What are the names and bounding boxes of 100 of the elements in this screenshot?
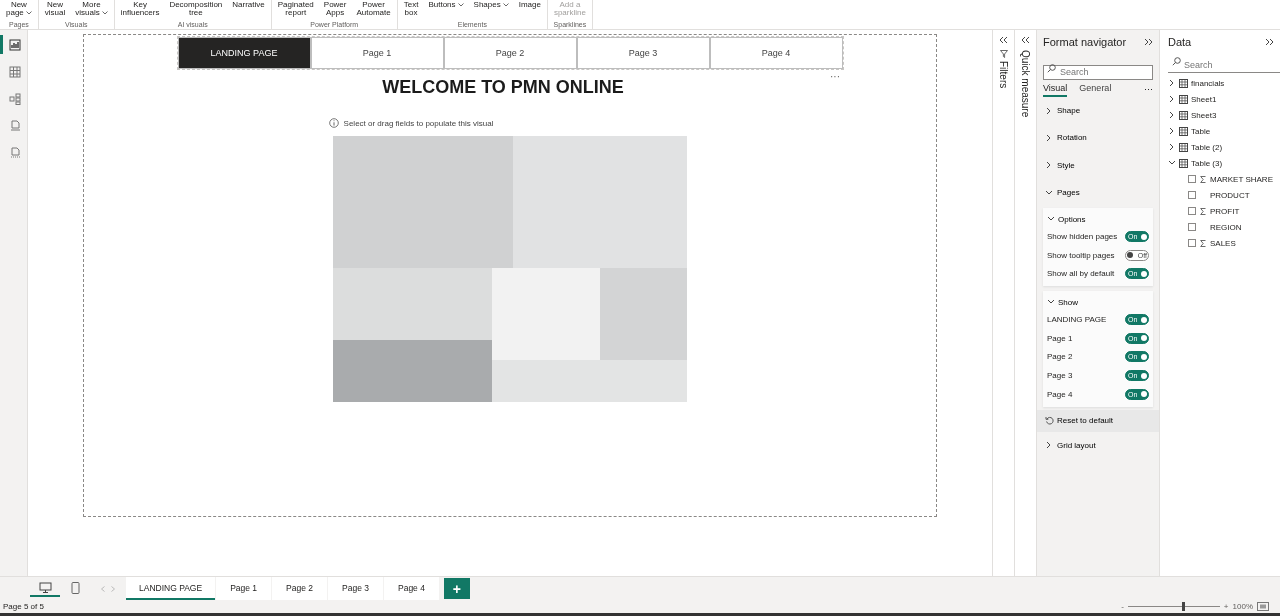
page-navigator-button[interactable]: Page 2 <box>443 37 577 69</box>
reset-icon <box>1045 416 1054 426</box>
filters-pane-tab[interactable]: Filters <box>998 61 1009 89</box>
section-header[interactable]: Rotation <box>1043 124 1153 152</box>
toggle-label: Page 1 <box>1047 333 1073 343</box>
collapse-icon[interactable] <box>1021 36 1030 44</box>
table-name[interactable]: Sheet1 <box>1191 94 1217 104</box>
checkbox[interactable] <box>1188 239 1196 247</box>
slider-thumb[interactable] <box>1182 602 1186 611</box>
report-view-icon <box>9 38 21 51</box>
zoom-out-button[interactable]: - <box>1121 602 1124 611</box>
view-button[interactable] <box>30 580 60 597</box>
page-tab[interactable]: Page 3 <box>328 577 383 600</box>
checkbox[interactable] <box>1188 207 1196 215</box>
checkbox[interactable] <box>1188 223 1196 231</box>
ribbon-button[interactable]: Text box <box>401 0 421 18</box>
expand-icon[interactable] <box>1144 38 1153 46</box>
zoom-level: 100% <box>1232 602 1253 611</box>
table-name[interactable]: Table <box>1191 126 1211 136</box>
field-name[interactable]: MARKET SHARE <box>1210 174 1273 184</box>
toggle-label: Page 3 <box>1047 371 1073 381</box>
search-field[interactable]: Search <box>1043 64 1153 80</box>
zoom-in-button[interactable]: + <box>1223 602 1229 611</box>
section-header[interactable]: Pages <box>1043 178 1153 207</box>
ribbon-button[interactable]: New visual <box>42 0 68 18</box>
checkbox[interactable] <box>1188 175 1196 183</box>
chevron-down-icon[interactable] <box>1168 159 1176 167</box>
ribbon-button[interactable]: Image <box>516 0 543 10</box>
checkbox[interactable] <box>1188 191 1196 199</box>
document-icon <box>9 119 21 132</box>
chevron-right-icon[interactable] <box>1168 95 1176 103</box>
format-tab[interactable]: Visual <box>1043 81 1068 97</box>
monitor-icon <box>38 581 52 594</box>
ribbon-button[interactable]: New page <box>4 0 34 18</box>
quick-measure-tab[interactable]: Quick measure <box>1020 50 1031 118</box>
search-icon <box>1047 64 1056 73</box>
document-icon <box>9 146 21 159</box>
info-text: Select or drag fields to populate this visual <box>343 118 494 128</box>
caret-icon <box>502 3 509 7</box>
page-navigator-button[interactable]: Page 4 <box>709 37 843 69</box>
ribbon-button[interactable]: Narrative <box>230 0 267 10</box>
ribbon-button[interactable]: Key influencers <box>118 0 162 18</box>
filter-icon <box>999 50 1008 58</box>
field-name[interactable]: SALES <box>1210 238 1236 248</box>
page-count: Page 5 of 5 <box>3 602 44 611</box>
field-name[interactable]: REGION <box>1210 222 1242 232</box>
search-field[interactable]: Search <box>1168 58 1280 73</box>
ribbon-button[interactable]: Paginated report <box>275 0 316 18</box>
info-icon <box>328 118 339 128</box>
section-header[interactable]: Shape <box>1043 97 1153 125</box>
toggle-label: Show tooltip pages <box>1047 250 1115 260</box>
sigma-icon <box>1200 239 1206 247</box>
section-header[interactable]: Style <box>1043 151 1153 179</box>
page-tab[interactable]: Page 2 <box>272 577 328 600</box>
page-title: WELCOME TO PMN ONLINE <box>382 77 624 98</box>
page-navigator-button[interactable]: Page 1 <box>310 37 444 69</box>
more-options-icon[interactable]: ··· <box>830 71 840 82</box>
chevron-right-icon[interactable] <box>1168 143 1176 151</box>
field-name[interactable]: PRODUCT <box>1210 190 1250 200</box>
add-page-button[interactable]: + <box>443 578 470 599</box>
reset-button[interactable]: Reset to default <box>1037 409 1159 432</box>
caret-icon <box>25 11 32 15</box>
phone-icon <box>68 581 82 594</box>
format-tab[interactable]: General <box>1079 81 1112 97</box>
table-icon <box>1179 158 1188 168</box>
section-header[interactable]: Grid layout <box>1043 431 1153 459</box>
table-name[interactable]: financials <box>1191 78 1225 88</box>
table-name[interactable]: Table (2) <box>1191 142 1223 152</box>
page-navigator-button[interactable]: Page 3 <box>576 37 710 69</box>
table-name[interactable]: Table (3) <box>1191 158 1223 168</box>
table-icon <box>1179 110 1188 120</box>
chevron-right-icon[interactable] <box>1168 111 1176 119</box>
page-tab[interactable]: Page 1 <box>216 577 272 600</box>
toggle-label: Page 2 <box>1047 352 1073 362</box>
expand-icon[interactable] <box>1265 38 1274 46</box>
ribbon-button[interactable]: Buttons <box>426 0 466 10</box>
search-icon <box>1172 57 1181 66</box>
chevron-right-icon[interactable] <box>1168 79 1176 87</box>
field-name[interactable]: PROFIT <box>1210 206 1240 216</box>
chevron-right-icon[interactable] <box>1168 127 1176 135</box>
ribbon-button[interactable]: Power Automate <box>354 0 393 18</box>
toggle-label: Page 4 <box>1047 389 1073 399</box>
toggle-label: Show hidden pages <box>1047 232 1118 242</box>
toggle-label: Show all by default <box>1047 269 1115 279</box>
card-header[interactable]: Show <box>1047 294 1149 311</box>
toggle-label: LANDING PAGE <box>1047 315 1107 325</box>
ribbon-button[interactable]: Decomposition tree <box>167 0 225 18</box>
fit-to-page-icon[interactable] <box>1257 602 1269 611</box>
page-navigator-button[interactable]: LANDING PAGE <box>177 37 311 69</box>
table-name[interactable]: Sheet3 <box>1191 110 1217 120</box>
ribbon-button[interactable]: Shapes <box>471 0 511 10</box>
card-header[interactable]: Options <box>1047 211 1149 228</box>
more-options-button[interactable]: ··· <box>1144 84 1153 94</box>
collapse-icon[interactable] <box>999 36 1008 44</box>
ribbon-button[interactable]: Power Apps <box>321 0 349 18</box>
page-tab[interactable]: Page 4 <box>384 577 439 600</box>
ribbon-button[interactable]: More visuals <box>73 0 110 18</box>
page-tab[interactable]: LANDING PAGE <box>126 577 216 600</box>
pane-title: Format navigator <box>1043 36 1127 48</box>
table-view-icon <box>9 65 21 78</box>
